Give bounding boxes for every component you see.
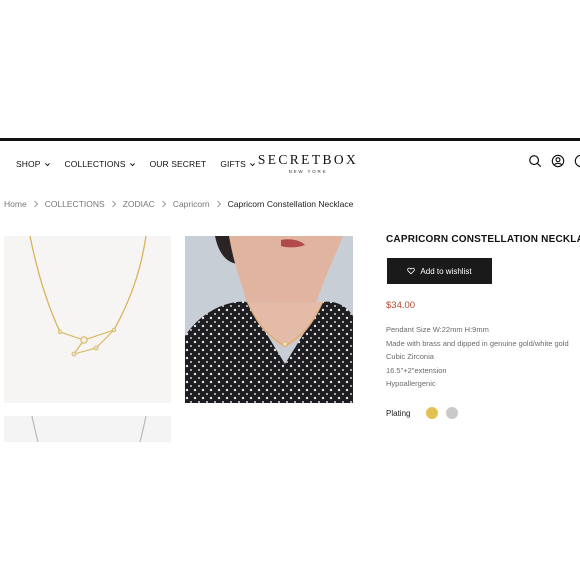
add-to-wishlist-button[interactable]: Add to wishlist	[387, 258, 492, 284]
nav-shop-label: SHOP	[16, 159, 41, 169]
model-illustration	[185, 236, 353, 403]
product-title: CAPRICORN CONSTELLATION NECKLACE	[386, 234, 580, 245]
chevron-right-icon	[216, 200, 221, 208]
chevron-right-icon	[111, 200, 116, 208]
search-icon[interactable]	[528, 154, 542, 168]
spec-line: Made with brass and dipped in genuine go…	[386, 338, 569, 348]
plating-selector: Plating	[386, 407, 459, 419]
breadcrumb-current: Capricorn Constellation Necklace	[227, 199, 354, 209]
chevron-right-icon	[161, 200, 167, 208]
chevron-down-icon	[44, 162, 50, 166]
spec-line: Pendant Size W:22mm H:9mm	[386, 325, 489, 334]
product-image-model[interactable]	[185, 236, 353, 403]
chevron-down-icon	[129, 162, 135, 166]
silver-necklace-illustration	[31, 416, 147, 442]
header-actions	[528, 154, 580, 168]
breadcrumb-capricorn[interactable]: Capricorn	[173, 199, 210, 209]
product-price: $34.00	[386, 300, 416, 311]
breadcrumb-zodiac[interactable]: ZODIAC	[123, 199, 155, 209]
breadcrumb-collections[interactable]: COLLECTIONS	[45, 199, 105, 209]
brand-subtitle: NEW YORK	[288, 169, 328, 174]
spec-line: 16.5"+2"extension	[386, 365, 447, 375]
nav-our-secret-label: OUR SECRET	[149, 159, 207, 169]
product-image-silver[interactable]	[4, 416, 171, 442]
breadcrumb: Home COLLECTIONS ZODIAC Capricorn Capric…	[4, 199, 353, 209]
spec-line: Cubic Zirconia	[386, 352, 434, 361]
plating-swatch-gold[interactable]	[426, 407, 439, 419]
heart-icon	[407, 267, 416, 275]
chevron-right-icon	[33, 200, 38, 208]
brand-logo[interactable]: SECRETBOX NEW YORK	[243, 152, 373, 174]
product-image-gold[interactable]	[4, 236, 171, 403]
main-nav: SHOP COLLECTIONS OUR SECRET GIFTS	[16, 159, 270, 169]
spec-line: Hypoallergenic	[386, 379, 436, 388]
account-icon[interactable]	[551, 154, 565, 168]
nav-collections-label: COLLECTIONS	[64, 159, 126, 169]
product-specs: Pendant Size W:22mm H:9mm Made with bras…	[386, 323, 569, 391]
nav-shop[interactable]: SHOP	[16, 159, 51, 169]
plating-label: Plating	[386, 408, 411, 418]
site-header: SHOP COLLECTIONS OUR SECRET GIFTS SECRET…	[0, 141, 580, 187]
wishlist-label: Add to wishlist	[420, 266, 472, 276]
cart-icon[interactable]	[574, 154, 580, 168]
breadcrumb-home[interactable]: Home	[4, 199, 27, 209]
brand-name: SECRETBOX	[257, 152, 359, 167]
necklace-illustration	[29, 236, 147, 357]
nav-our-secret[interactable]: OUR SECRET	[150, 159, 207, 169]
product-info: CAPRICORN CONSTELLATION NECKLACE Add to …	[386, 234, 580, 419]
plating-swatch-silver[interactable]	[446, 407, 459, 419]
nav-collections[interactable]: COLLECTIONS	[65, 159, 136, 169]
